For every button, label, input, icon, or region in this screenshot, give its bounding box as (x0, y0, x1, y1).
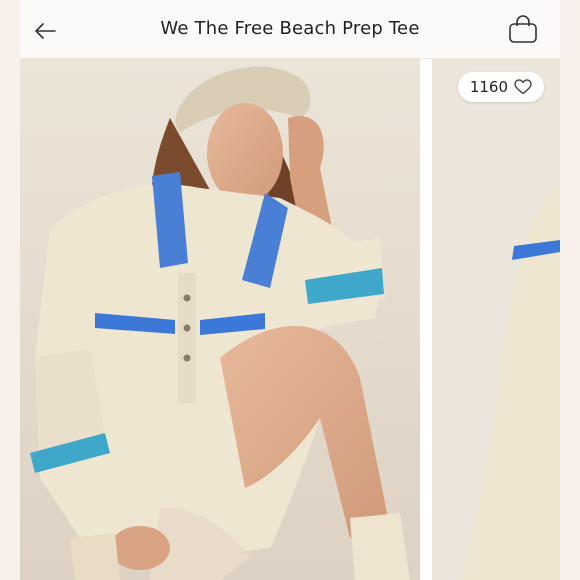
model-photo (20, 58, 420, 580)
product-photo-next[interactable] (432, 58, 560, 580)
like-count: 1160 (469, 78, 508, 96)
product-screen: We The Free Beach Prep Tee 1160 (20, 0, 560, 580)
model-photo-partial (432, 58, 560, 580)
arrow-left-icon (35, 23, 56, 39)
back-button[interactable] (30, 16, 60, 46)
product-photo-main[interactable] (20, 58, 420, 580)
bag-button[interactable] (506, 12, 540, 46)
page-title: We The Free Beach Prep Tee (160, 18, 420, 39)
top-bar: We The Free Beach Prep Tee (20, 0, 560, 59)
heart-outline-icon (514, 79, 532, 95)
like-button[interactable]: 1160 (457, 72, 544, 102)
shopping-bag-icon (509, 15, 537, 43)
